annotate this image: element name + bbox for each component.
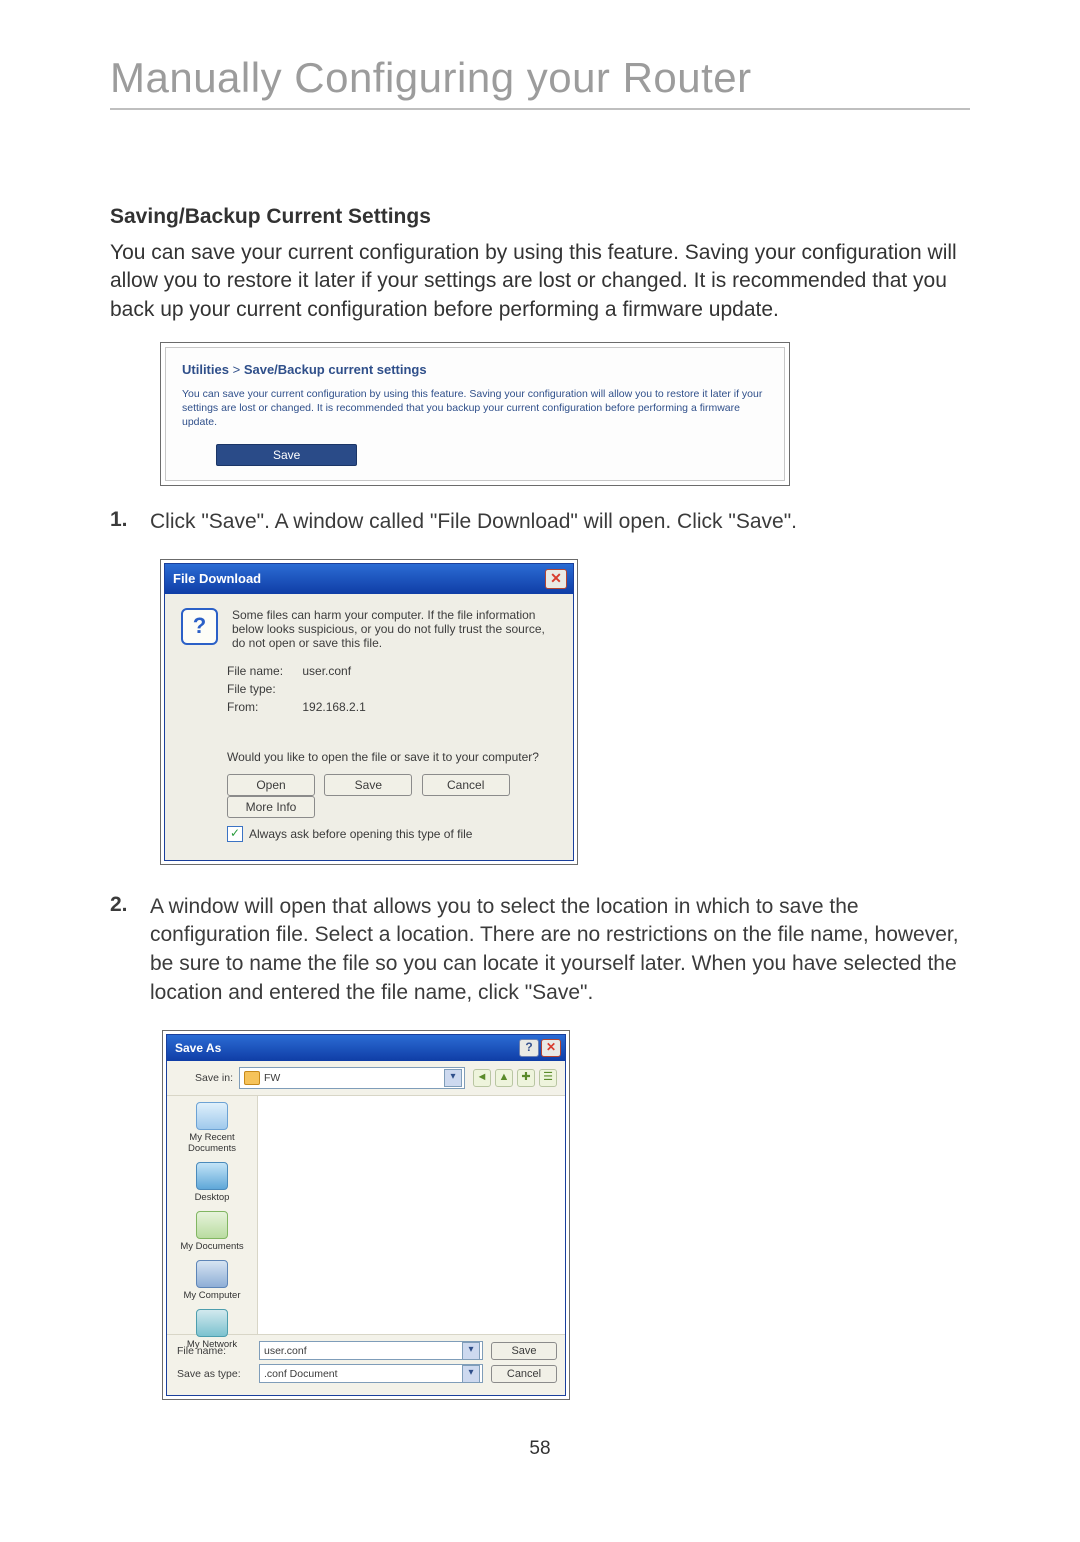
help-icon[interactable]: ? — [519, 1039, 539, 1057]
filetype-label: File type: — [227, 682, 299, 696]
filename-input[interactable]: user.conf ▾ — [259, 1341, 483, 1360]
network-icon — [196, 1309, 228, 1337]
place-my-computer[interactable]: My Computer — [167, 1260, 257, 1301]
file-download-question: Would you like to open the file or save … — [227, 750, 557, 764]
save-as-type-dropdown[interactable]: .conf Document ▾ — [259, 1364, 483, 1383]
step1-number: 1. — [110, 508, 150, 537]
section-intro: You can save your current configuration … — [110, 239, 970, 324]
close-icon[interactable]: ✕ — [541, 1039, 561, 1057]
file-download-title: File Download — [173, 571, 261, 586]
chevron-down-icon[interactable]: ▾ — [444, 1069, 462, 1087]
cancel-button[interactable]: Cancel — [491, 1365, 557, 1383]
recent-icon — [196, 1102, 228, 1130]
more-info-button[interactable]: More Info — [227, 796, 315, 818]
computer-icon — [196, 1260, 228, 1288]
view-menu-icon[interactable]: ☰ — [539, 1069, 557, 1087]
filename-label: File name: — [175, 1345, 259, 1357]
save-button[interactable]: Save — [216, 444, 357, 466]
breadcrumb-sep: > — [233, 362, 241, 377]
page-number: 58 — [110, 1438, 970, 1460]
always-ask-label: Always ask before opening this type of f… — [249, 827, 472, 841]
desktop-icon — [196, 1162, 228, 1190]
place-my-documents[interactable]: My Documents — [167, 1211, 257, 1252]
filename-label: File name: — [227, 664, 299, 678]
panel-desc: You can save your current configuration … — [182, 387, 768, 430]
section-heading: Saving/Backup Current Settings — [110, 205, 970, 229]
save-in-label: Save in: — [175, 1072, 239, 1084]
step2-text: A window will open that allows you to se… — [150, 893, 970, 1009]
file-download-dialog: File Download ✕ ? Some files can harm yo… — [160, 559, 578, 865]
place-recent[interactable]: My Recent Documents — [167, 1102, 257, 1154]
open-button[interactable]: Open — [227, 774, 315, 796]
chevron-down-icon[interactable]: ▾ — [462, 1342, 480, 1360]
save-as-dialog: Save As ? ✕ Save in: FW ▾ ◄ ▲ ✚ ☰ — [162, 1030, 570, 1400]
always-ask-checkbox[interactable]: ✓ — [227, 826, 243, 842]
save-button[interactable]: Save — [324, 774, 412, 796]
cancel-button[interactable]: Cancel — [422, 774, 510, 796]
step1-text: Click "Save". A window called "File Down… — [150, 508, 970, 537]
breadcrumb: Utilities > Save/Backup current settings — [182, 362, 768, 377]
breadcrumb-b: Save/Backup current settings — [244, 362, 427, 377]
place-desktop[interactable]: Desktop — [167, 1162, 257, 1203]
breadcrumb-a: Utilities — [182, 362, 229, 377]
save-as-type-label: Save as type: — [175, 1368, 259, 1380]
file-download-warning: Some files can harm your computer. If th… — [232, 608, 557, 650]
filename-value: user.conf — [264, 1345, 307, 1357]
page-title: Manually Configuring your Router — [110, 54, 970, 110]
up-icon[interactable]: ▲ — [495, 1069, 513, 1087]
from-value: 192.168.2.1 — [302, 700, 365, 714]
new-folder-icon[interactable]: ✚ — [517, 1069, 535, 1087]
folder-icon — [244, 1071, 260, 1085]
back-icon[interactable]: ◄ — [473, 1069, 491, 1087]
save-as-title: Save As — [175, 1041, 221, 1055]
step2-number: 2. — [110, 893, 150, 1009]
chevron-down-icon[interactable]: ▾ — [462, 1365, 480, 1383]
file-list-area[interactable] — [258, 1096, 565, 1334]
save-in-value: FW — [264, 1072, 280, 1084]
save-in-dropdown[interactable]: FW ▾ — [239, 1067, 465, 1089]
save-as-type-value: .conf Document — [264, 1368, 338, 1380]
filename-value: user.conf — [302, 664, 351, 678]
utilities-panel: Utilities > Save/Backup current settings… — [160, 342, 790, 486]
question-icon: ? — [181, 608, 218, 645]
places-bar: My Recent Documents Desktop My Documents… — [167, 1096, 258, 1334]
from-label: From: — [227, 700, 299, 714]
documents-icon — [196, 1211, 228, 1239]
close-icon[interactable]: ✕ — [545, 569, 567, 589]
save-button[interactable]: Save — [491, 1342, 557, 1360]
